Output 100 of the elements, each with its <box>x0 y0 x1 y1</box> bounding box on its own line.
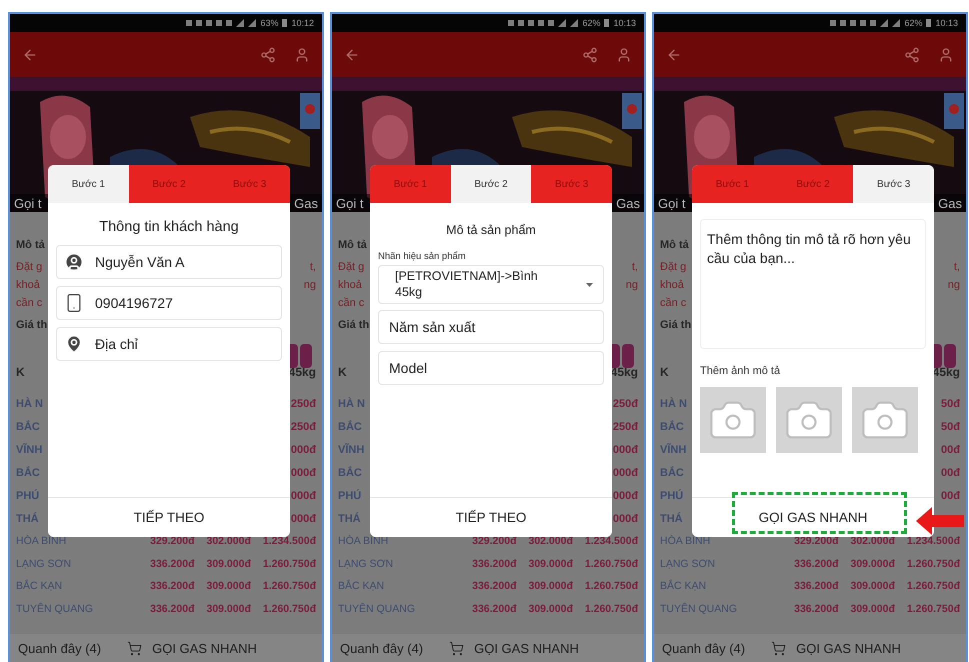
table-cell-text: TUYÊN QUANG <box>660 604 738 614</box>
table-cell: BẮC <box>16 420 40 432</box>
battery-level: 63% <box>260 18 278 28</box>
step-tab[interactable]: Bước 3 <box>853 165 934 203</box>
table-cell: 1.260.750đ <box>906 580 960 592</box>
text-fragment: t, <box>310 261 316 273</box>
step-tab[interactable]: Bước 2 <box>450 165 532 203</box>
table-cell: 309.000đ <box>528 558 573 570</box>
table-cell: 1.260.750đ <box>262 558 316 570</box>
table-cell: BẮC <box>16 466 40 478</box>
table-cell: 336.200đ <box>150 558 194 570</box>
table-cell: 1.260.750đ <box>262 602 316 615</box>
table-cell: THÁ <box>16 512 39 524</box>
table-cell: 336.200đ <box>794 602 838 615</box>
table-cell: 1.260.750đ <box>584 580 638 592</box>
description-field[interactable]: Thêm thông tin mô tả rõ hơn yêu cầu của bạn... <box>700 219 926 349</box>
table-cell: 309.000đ <box>206 580 251 592</box>
text-fragment: cần c <box>338 297 364 309</box>
table-cell: PHÚ <box>16 490 40 502</box>
table-cell: 336.200đ <box>794 580 838 592</box>
text-fragment: Giá th <box>660 319 692 331</box>
table-cell: 1.260.750đ <box>584 602 638 615</box>
table-cell: 50đ <box>941 398 960 410</box>
table-cell-text: LẠNG SƠN <box>338 558 394 569</box>
table-cell: 000đ <box>290 466 316 478</box>
table-cell: 1.234.500đ <box>584 535 638 548</box>
text-fragment: K <box>338 365 347 379</box>
table-cell: BẮC <box>660 466 684 478</box>
brand-dropdown[interactable]: [PETROVIETNAM]->Bình 45kg <box>378 265 604 304</box>
table-cell: HÀ N <box>660 398 687 410</box>
table-cell: 1.234.500đ <box>262 535 316 548</box>
table-cell: 336.200đ <box>150 602 194 615</box>
table-cell-text: LẠNG SƠN <box>660 558 716 569</box>
table-cell: BẮC <box>338 420 362 432</box>
text-field[interactable]: 0904196727 <box>56 286 282 320</box>
table-cell: 336.200đ <box>472 602 516 615</box>
table-cell: 329.200đ <box>794 535 838 548</box>
text-field[interactable]: Năm sản xuất <box>378 310 604 344</box>
table-cell: 309.000đ <box>206 602 251 615</box>
table-cell: 302.000đ <box>206 535 251 548</box>
text-fragment: ng <box>626 279 638 291</box>
table-cell: 1.260.750đ <box>584 558 638 570</box>
dialog-action-button[interactable]: GỌI GAS NHANH <box>692 497 934 537</box>
text-fragment: cần c <box>16 297 42 309</box>
order-button[interactable]: GỌI GAS NHANH <box>771 640 901 656</box>
table-cell: THÁ <box>338 512 361 524</box>
text-fragment: ng <box>304 279 316 291</box>
table-cell: 250đ <box>612 398 638 410</box>
table-cell: 329.200đ <box>472 535 516 548</box>
table-cell: VĨNH <box>660 444 686 456</box>
text-field[interactable]: Model <box>378 351 604 386</box>
dialog-title: Thông tin khách hàng <box>98 219 240 235</box>
table-cell: 309.000đ <box>528 602 573 615</box>
table-cell: HÀ N <box>16 398 43 410</box>
text-field[interactable]: Địa chỉ <box>56 327 282 361</box>
text-fragment: Đặt g <box>16 261 42 273</box>
table-cell: 336.200đ <box>150 580 194 592</box>
table-cell: 1.260.750đ <box>262 580 316 592</box>
photos-label: Thêm ảnh mô tả <box>700 365 782 377</box>
table-cell: THÁ <box>660 512 683 524</box>
table-cell-text: BẮC KẠN <box>338 581 386 592</box>
text-field[interactable]: Nguyễn Văn A <box>56 245 282 279</box>
table-cell: 000đ <box>612 466 638 478</box>
table-cell-text: TUYÊN QUANG <box>338 604 416 614</box>
table-cell: 309.000đ <box>850 602 895 615</box>
text-fragment: Mô tả <box>338 239 367 251</box>
battery-level: 62% <box>582 18 600 28</box>
text-fragment: khoả <box>660 279 684 291</box>
table-cell: VĨNH <box>16 444 42 456</box>
text-fragment: ng <box>948 279 960 291</box>
table-cell: 250đ <box>290 398 316 410</box>
nearby-button[interactable]: Quanh đây (4) <box>18 640 102 656</box>
table-cell: 1.234.500đ <box>906 535 960 548</box>
step-tab[interactable]: Bước 1 <box>48 165 129 203</box>
table-cell: 309.000đ <box>528 580 573 592</box>
nearby-button[interactable]: Quanh đây (4) <box>340 640 424 656</box>
table-cell-text: HÒA BÌNH <box>338 536 390 546</box>
table-cell: 309.000đ <box>850 580 895 592</box>
order-button[interactable]: GỌI GAS NHANH <box>127 640 257 656</box>
dialog-title: Mô tả sản phẩm <box>445 223 537 237</box>
text-fragment: 45kg <box>932 365 960 379</box>
table-cell: 309.000đ <box>850 558 895 570</box>
table-cell: PHÚ <box>660 490 684 502</box>
table-cell: 000đ <box>290 490 316 502</box>
table-cell: HÀ N <box>338 398 365 410</box>
clock: 10:13 <box>613 18 636 28</box>
text-fragment: Giá th <box>16 319 48 331</box>
table-cell: 250đ <box>612 420 638 432</box>
table-cell-text: BẮC KẠN <box>16 581 64 592</box>
table-cell: BẮC <box>338 466 362 478</box>
text-fragment: K <box>660 365 669 379</box>
table-cell-text: BẮC KẠN <box>660 581 708 592</box>
dialog-action-button[interactable]: TIẾP THEO <box>48 497 290 537</box>
dialog-action-button[interactable]: TIẾP THEO <box>370 497 612 537</box>
table-cell: 000đ <box>612 444 638 456</box>
table-cell: 1.260.750đ <box>906 558 960 570</box>
order-button[interactable]: GỌI GAS NHANH <box>449 640 579 656</box>
table-cell: 250đ <box>290 420 316 432</box>
nearby-button[interactable]: Quanh đây (4) <box>662 640 746 656</box>
text-fragment: Giá th <box>338 319 370 331</box>
